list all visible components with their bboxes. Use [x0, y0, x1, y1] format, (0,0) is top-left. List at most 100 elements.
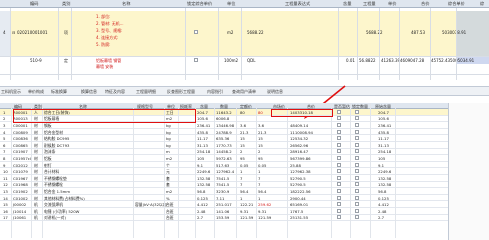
cell-market-price[interactable]: 121.59 [258, 215, 271, 220]
col-quantity[interactable]: 工程量 [363, 1, 376, 7]
table-row[interactable]: 16 J10014 机电锤 (小功率) 520W 台班 2.48 141.06 9.31 9.… [0, 208, 448, 215]
bill-feature-line-1[interactable]: 1. 部位: [96, 14, 110, 20]
cell-ratio[interactable]: 435.8 [197, 130, 208, 135]
table-row[interactable]: 10 C01079 材合计材料元 2249.6 127962.4 1 1 127962.38 2… [0, 168, 448, 175]
lock-qty-checkbox[interactable] [355, 208, 359, 213]
cell-qty[interactable]: 3230.9 [216, 189, 229, 194]
cell-ratio[interactable]: 11.17 [197, 136, 208, 141]
cell-qty[interactable]: 13446.98 [216, 123, 234, 128]
bill-feature-line-3[interactable]: 3. 型号、规格: [96, 28, 122, 34]
cell-ratio[interactable]: 105.6 [197, 116, 208, 121]
cell-qty[interactable]: 127962.4 [216, 169, 234, 174]
cell-ratio[interactable]: 0.125 [197, 196, 208, 201]
col-price[interactable]: 单价 [388, 1, 396, 7]
lock-qty-checkbox[interactable] [355, 169, 359, 174]
tab-standard-conversion[interactable]: 标准换算 [51, 89, 67, 95]
is-estimate-checkbox[interactable] [337, 195, 341, 200]
is-estimate-checkbox[interactable] [337, 136, 341, 141]
bill-feature-line-2[interactable]: 2. 管材: 无机... [96, 21, 124, 27]
tab-conversion-info[interactable]: 换算信息 [81, 89, 97, 95]
cell-market-price[interactable]: 2 [258, 149, 260, 154]
tab-user-bill[interactable]: 查询用户清单 [232, 89, 256, 95]
tab-notes[interactable]: 说明信息 [267, 89, 283, 95]
tab-content-guide[interactable]: 内容指引 [207, 89, 223, 95]
cell-qty[interactable]: 14458.2 [216, 149, 232, 154]
table-row[interactable]: 9 C02012 材射钉个 9.1 517.63 0.05 0.05 25.88 9.1 [0, 162, 448, 169]
cell-qty[interactable]: 251.017 [216, 202, 232, 207]
cell-ratio[interactable]: 105 [197, 156, 204, 161]
quota-expr[interactable]: QDL [247, 58, 255, 63]
lock-qty-checkbox[interactable] [355, 129, 359, 134]
cell-market-price[interactable]: 7 [258, 182, 260, 187]
is-estimate-checkbox[interactable] [337, 182, 341, 187]
col-unit-price[interactable]: 综合单价 [448, 1, 465, 7]
lock-qty-checkbox[interactable] [355, 122, 359, 127]
cell-market-price[interactable]: 0.05 [258, 163, 266, 168]
is-estimate-checkbox[interactable] [337, 129, 341, 134]
lock-qty-checkbox[interactable] [355, 188, 359, 193]
col-content[interactable]: 含量 [343, 1, 351, 7]
table-row[interactable]: 7 C01907 材泡沫条 m 254.18 14458.2 2 2 28916.47 254.1… [0, 149, 448, 156]
cell-ratio[interactable]: 132.58 [197, 176, 210, 181]
is-estimate-checkbox[interactable] [337, 215, 341, 220]
lock-qty-checkbox[interactable] [355, 149, 359, 154]
cell-market-price[interactable]: 15 [258, 136, 263, 141]
table-row[interactable]: 11 C01967 材不锈钢螺栓垫套 132.58 7541.5 7 7 52790.5 132… [0, 175, 448, 182]
cell-ratio[interactable]: 254.18 [197, 149, 210, 154]
col-lock-price[interactable]: 锁定综合单价 [187, 1, 212, 7]
tab-quantity-detail[interactable]: 工程量明细 [136, 89, 156, 95]
cell-qty[interactable]: 141.06 [216, 209, 229, 214]
lock-qty-checkbox[interactable] [355, 182, 359, 187]
cell-ratio[interactable]: 4.412 [197, 202, 208, 207]
cell-ratio[interactable]: 31.13 [197, 143, 208, 148]
cell-market-price[interactable]: 56.4 [258, 189, 266, 194]
col-unit[interactable]: 单位 [227, 1, 235, 7]
is-estimate-checkbox[interactable] [337, 109, 341, 114]
is-estimate-checkbox[interactable] [337, 122, 341, 127]
quota-lock-checkbox[interactable] [194, 58, 198, 62]
cell-market-price[interactable]: 9.31 [258, 209, 266, 214]
bill-feature-line-4[interactable]: 4. 连接方式: [96, 35, 118, 41]
table-row[interactable]: 4 C00809 材铝合金型材 kg 435.8 24788.9 21.3 21.3 11100… [0, 129, 448, 136]
tab-reverse-lookup[interactable]: 反查图形工程量 [167, 89, 195, 95]
cell-ratio[interactable]: 132.58 [197, 182, 210, 187]
table-row[interactable]: 8 C01957c0 材铝板 m2 105 5972.63 95 95 567399.86 105 [0, 155, 448, 162]
table-row[interactable]: 12 C01968 材不锈钢螺栓套 132.58 7541.5 7 7 52790.5 132.… [0, 182, 448, 189]
quota-code[interactable]: 510-9 [30, 58, 42, 63]
lock-qty-checkbox[interactable] [355, 195, 359, 200]
table-row[interactable]: 6 C00865 材耐候胶 DC793 kg 31.13 1770.73 15 15 26562… [0, 142, 448, 149]
expand-toggle-icon[interactable]: ⊟ [12, 30, 15, 35]
cell-qty[interactable]: 153.59 [216, 215, 229, 220]
bill-code[interactable]: 020210001001 [17, 30, 48, 35]
cell-market-price[interactable]: 259.62 [258, 202, 271, 207]
bill-expr[interactable]: 5688.22 [247, 30, 264, 35]
lock-qty-checkbox[interactable] [355, 142, 359, 147]
cell-qty[interactable]: 1770.73 [216, 143, 232, 148]
table-row[interactable]: 3 C00001 材钢板 kg 236.41 13446.98 3.6 3.6 48409.14… [0, 122, 448, 129]
cell-ratio[interactable]: 204.7 [197, 110, 208, 115]
cell-ratio[interactable]: 2.7 [197, 215, 203, 220]
lock-qty-checkbox[interactable] [355, 136, 359, 141]
col-total[interactable]: 合价 [421, 1, 429, 7]
col-extra[interactable]: 综 [480, 1, 484, 7]
is-estimate-checkbox[interactable] [337, 155, 341, 160]
bill-feature-line-5[interactable]: 5. 防腐: [96, 42, 110, 48]
cell-qty[interactable]: 517.63 [216, 163, 229, 168]
table-row[interactable]: 13 C01902 材铝合金 1.5mm m2 56.8 3230.9 56.4 56.4 18… [0, 188, 448, 195]
quota-name-line-2[interactable]: 幕墙 安装 [96, 64, 113, 70]
cell-ratio[interactable]: 236.41 [197, 123, 210, 128]
cell-market-price[interactable]: 7 [258, 176, 260, 181]
table-row[interactable]: 15 J00002 机交流弧焊机 容量(kV·A)32以内 台班 4.412 251.017… [0, 201, 448, 208]
lock-qty-checkbox[interactable] [355, 175, 359, 180]
lock-price-checkbox[interactable] [194, 30, 198, 34]
is-estimate-checkbox[interactable] [337, 208, 341, 213]
is-estimate-checkbox[interactable] [337, 149, 341, 154]
tab-labor-material-machine[interactable]: 工料机显示 [1, 89, 21, 95]
is-estimate-checkbox[interactable] [337, 142, 341, 147]
cell-qty[interactable]: 7541.5 [216, 176, 229, 181]
tab-features[interactable]: 特征及内容 [105, 89, 125, 95]
lock-qty-checkbox[interactable] [355, 215, 359, 220]
col-expr[interactable]: 工程量表达式 [285, 1, 310, 7]
cell-market-price[interactable]: 1 [258, 169, 260, 174]
is-estimate-checkbox[interactable] [337, 169, 341, 174]
